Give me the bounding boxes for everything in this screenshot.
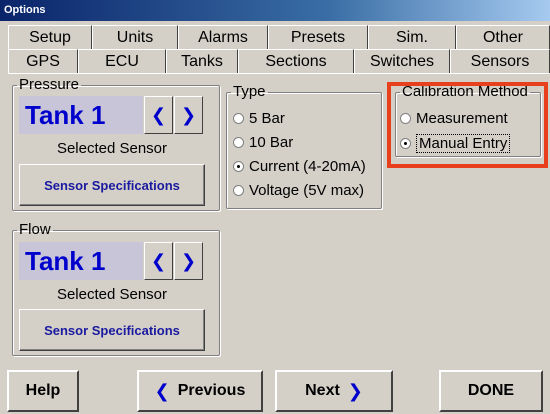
tab-switches[interactable]: Switches — [354, 49, 450, 73]
tab-ecu[interactable]: ECU — [78, 49, 166, 73]
type-10bar-radio[interactable]: 10 Bar — [233, 134, 293, 151]
radio-dot — [233, 113, 244, 124]
next-label: Next — [305, 382, 340, 399]
tab-tanks[interactable]: Tanks — [166, 49, 238, 73]
tab-gps[interactable]: GPS — [8, 49, 78, 73]
tab-setup[interactable]: Setup — [8, 25, 92, 49]
done-label: DONE — [467, 382, 515, 399]
calibration-highlight-box — [387, 82, 548, 168]
tab-row-1: Setup Units Alarms Presets Sim. Other — [8, 25, 550, 49]
flow-tank-name: Tank 1 — [19, 242, 143, 280]
type-voltage-label: Voltage (5V max) — [249, 182, 365, 199]
tab-alarms[interactable]: Alarms — [178, 25, 268, 49]
tab-row-2: GPS ECU Tanks Sections Switches Sensors — [8, 49, 550, 73]
chevron-right-icon: ❯ — [180, 250, 197, 271]
pressure-next-button[interactable]: ❯ — [174, 96, 203, 134]
previous-button[interactable]: ❮ Previous — [137, 370, 263, 412]
tab-other[interactable]: Other — [456, 25, 550, 49]
flow-prev-button[interactable]: ❮ — [144, 242, 173, 280]
help-button[interactable]: Help — [7, 370, 79, 412]
tab-sections[interactable]: Sections — [238, 49, 354, 73]
type-current-label: Current (4-20mA) — [249, 158, 366, 175]
chevron-right-icon: ❯ — [180, 104, 197, 125]
chevron-left-icon: ❮ — [150, 104, 167, 125]
radio-dot — [233, 185, 244, 196]
footer-bar: Help ❮ Previous Next ❯ DONE — [0, 366, 550, 414]
flow-selected-label: Selected Sensor — [56, 286, 168, 303]
type-group-label: Type — [233, 83, 266, 100]
type-voltage-radio[interactable]: Voltage (5V max) — [233, 182, 364, 199]
type-5bar-radio[interactable]: 5 Bar — [233, 110, 285, 127]
type-5bar-label: 5 Bar — [249, 110, 285, 127]
chevron-left-icon: ❮ — [154, 380, 170, 401]
radio-dot — [233, 137, 244, 148]
pressure-selected-label: Selected Sensor — [56, 140, 168, 157]
flow-spec-button[interactable]: Sensor Specifications — [19, 309, 205, 351]
tab-sensors[interactable]: Sensors — [450, 49, 550, 73]
radio-dot — [233, 161, 244, 172]
chevron-right-icon: ❯ — [347, 380, 363, 401]
help-label: Help — [25, 382, 61, 399]
tab-units[interactable]: Units — [92, 25, 178, 49]
tab-presets[interactable]: Presets — [268, 25, 368, 49]
type-10bar-label: 10 Bar — [249, 134, 294, 151]
pressure-spec-button[interactable]: Sensor Specifications — [19, 164, 205, 206]
type-current-radio[interactable]: Current (4-20mA) — [233, 158, 366, 175]
previous-label: Previous — [177, 382, 246, 399]
flow-next-button[interactable]: ❯ — [174, 242, 203, 280]
window-title: Options — [0, 0, 550, 21]
next-button[interactable]: Next ❯ — [275, 370, 393, 412]
chevron-left-icon: ❮ — [150, 250, 167, 271]
tab-sim[interactable]: Sim. — [368, 25, 456, 49]
pressure-group-label: Pressure — [19, 76, 80, 93]
done-button[interactable]: DONE — [439, 370, 543, 412]
pressure-prev-button[interactable]: ❮ — [144, 96, 173, 134]
flow-group-label: Flow — [19, 221, 51, 238]
pressure-tank-name: Tank 1 — [19, 96, 143, 134]
